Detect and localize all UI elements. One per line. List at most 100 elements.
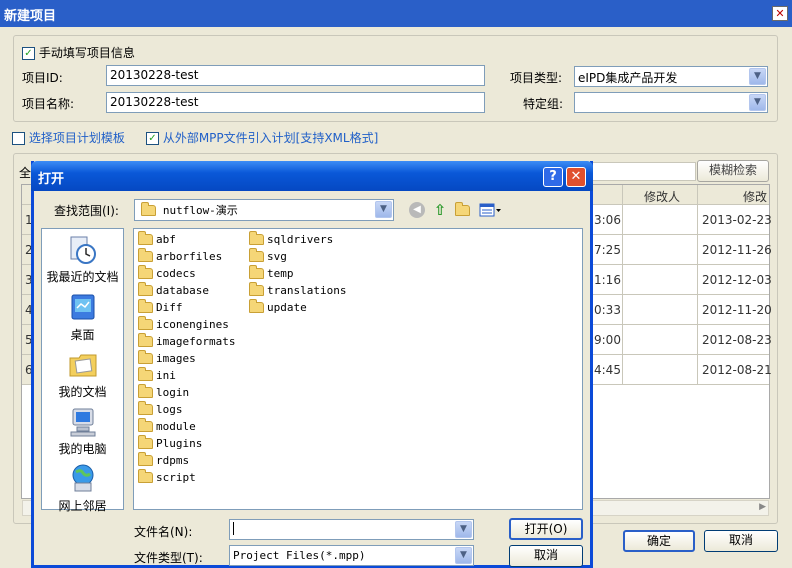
- main-title-bar: [0, 0, 792, 27]
- project-type-select[interactable]: eIPD集成产品开发 ▼: [574, 66, 768, 87]
- import-mpp-checkbox[interactable]: ✓: [146, 132, 159, 145]
- column-divider: [622, 185, 623, 385]
- row-time: 9:00: [594, 333, 621, 347]
- project-name-input[interactable]: 20130228-test: [106, 92, 485, 113]
- filename-input[interactable]: ▼: [229, 519, 474, 540]
- folder-icon: [249, 248, 264, 262]
- folder-icon: [138, 469, 153, 483]
- folder-item[interactable]: script: [138, 469, 196, 485]
- place-label: 网上邻居: [58, 499, 107, 513]
- folder-icon: [249, 231, 264, 245]
- specific-group-select[interactable]: ▼: [574, 92, 768, 113]
- place-label: 桌面: [70, 328, 95, 342]
- template-checkbox[interactable]: [12, 132, 25, 145]
- place-my-computer[interactable]: 我的电脑: [41, 406, 124, 457]
- folder-item[interactable]: arborfiles: [138, 248, 222, 264]
- chevron-down-icon[interactable]: ▼: [749, 68, 766, 85]
- my-computer-icon: [70, 408, 95, 437]
- project-type-value: eIPD集成产品开发: [578, 71, 678, 85]
- row-time: 0:33: [594, 303, 621, 317]
- folder-item[interactable]: database: [138, 282, 209, 298]
- scroll-right-icon[interactable]: ▶: [759, 502, 766, 512]
- desktop-icon: [71, 294, 94, 320]
- look-in-value: nutflow-演示: [162, 204, 238, 217]
- search-input[interactable]: [592, 162, 696, 181]
- file-list[interactable]: abf arborfiles codecs database Diff icon…: [133, 228, 583, 510]
- folder-item[interactable]: abf: [138, 231, 176, 247]
- main-close-button[interactable]: ✕: [772, 6, 788, 21]
- text-cursor: [233, 522, 234, 535]
- ok-button[interactable]: 确定: [623, 530, 695, 552]
- open-dialog-close-button[interactable]: ✕: [566, 167, 586, 187]
- chevron-down-icon[interactable]: ▼: [455, 521, 472, 538]
- row-date: 2012-08-23: [702, 333, 772, 347]
- folder-icon: [249, 299, 264, 313]
- filetype-select[interactable]: Project Files(*.mpp) ▼: [229, 545, 474, 566]
- folder-item[interactable]: svg: [249, 248, 287, 264]
- place-desktop[interactable]: 桌面: [41, 292, 124, 343]
- folder-icon: [138, 367, 153, 381]
- new-folder-icon[interactable]: [455, 202, 470, 217]
- chevron-down-icon[interactable]: ▼: [749, 94, 766, 111]
- place-network-places[interactable]: 网上邻居: [41, 463, 124, 514]
- project-id-label: 项目ID:: [22, 71, 63, 85]
- chevron-down-icon[interactable]: ▼: [375, 201, 392, 218]
- folder-item[interactable]: update: [249, 299, 307, 315]
- folder-icon: [249, 265, 264, 279]
- folder-item[interactable]: translations: [249, 282, 346, 298]
- look-in-select[interactable]: nutflow-演示 ▼: [134, 199, 394, 221]
- look-in-label: 查找范围(I):: [54, 204, 119, 218]
- row-time: 4:45: [594, 363, 621, 377]
- folder-item[interactable]: imageformats: [138, 333, 235, 349]
- filetype-value: Project Files(*.mpp): [233, 549, 366, 562]
- cancel-button[interactable]: 取消: [704, 530, 778, 552]
- folder-item[interactable]: login: [138, 384, 189, 400]
- folder-icon: [138, 299, 153, 313]
- folder-item[interactable]: logs: [138, 401, 183, 417]
- folder-item[interactable]: images: [138, 350, 196, 366]
- template-checkbox-row[interactable]: 选择项目计划模板: [12, 129, 125, 146]
- filename-label: 文件名(N):: [134, 525, 193, 539]
- open-dialog-cancel-button[interactable]: 取消: [509, 545, 583, 567]
- place-recent-documents[interactable]: 我最近的文档: [41, 234, 124, 285]
- folder-item[interactable]: Diff: [138, 299, 183, 315]
- folder-icon: [138, 333, 153, 347]
- manual-entry-checkbox[interactable]: ✓: [22, 47, 35, 60]
- folder-item[interactable]: sqldrivers: [249, 231, 333, 247]
- my-documents-icon: [69, 354, 96, 377]
- import-mpp-label: 从外部MPP文件引入计划[支持XML格式]: [162, 131, 379, 145]
- place-label: 我最近的文档: [46, 270, 119, 284]
- view-menu-icon[interactable]: [479, 202, 503, 218]
- open-button[interactable]: 打开(O): [509, 518, 583, 540]
- fuzzy-search-button[interactable]: 模糊检索: [697, 160, 769, 182]
- folder-item[interactable]: codecs: [138, 265, 196, 281]
- open-dialog-title: 打开: [38, 172, 65, 187]
- folder-item[interactable]: iconengines: [138, 316, 229, 332]
- manual-entry-checkbox-row[interactable]: ✓ 手动填写项目信息: [22, 44, 135, 61]
- chevron-down-icon[interactable]: ▼: [455, 547, 472, 564]
- row-time: 3:06: [594, 213, 621, 227]
- folder-icon: [138, 452, 153, 466]
- row-date: 2012-12-03: [702, 273, 772, 287]
- folder-icon: [138, 350, 153, 364]
- place-my-documents[interactable]: 我的文档: [41, 349, 124, 400]
- folder-item[interactable]: module: [138, 418, 196, 434]
- folder-item[interactable]: rdpms: [138, 452, 189, 468]
- header-modifier: 修改人: [644, 190, 681, 204]
- column-divider: [697, 185, 698, 385]
- manual-entry-label: 手动填写项目信息: [38, 46, 135, 60]
- up-folder-icon[interactable]: ⇧: [432, 201, 448, 219]
- template-checkbox-label: 选择项目计划模板: [28, 131, 125, 145]
- header-modified: 修改: [743, 190, 768, 204]
- row-date: 2013-02-23: [702, 213, 772, 227]
- project-id-input[interactable]: 20130228-test: [106, 65, 485, 86]
- folder-item[interactable]: Plugins: [138, 435, 202, 451]
- back-icon[interactable]: ◀: [409, 202, 425, 218]
- help-button[interactable]: ?: [543, 167, 563, 187]
- row-date: 2012-11-26: [702, 243, 772, 257]
- folder-item[interactable]: ini: [138, 367, 176, 383]
- row-date: 2012-08-21: [702, 363, 772, 377]
- import-mpp-checkbox-row[interactable]: ✓ 从外部MPP文件引入计划[支持XML格式]: [146, 129, 378, 146]
- folder-item[interactable]: temp: [249, 265, 294, 281]
- folder-icon: [138, 435, 153, 449]
